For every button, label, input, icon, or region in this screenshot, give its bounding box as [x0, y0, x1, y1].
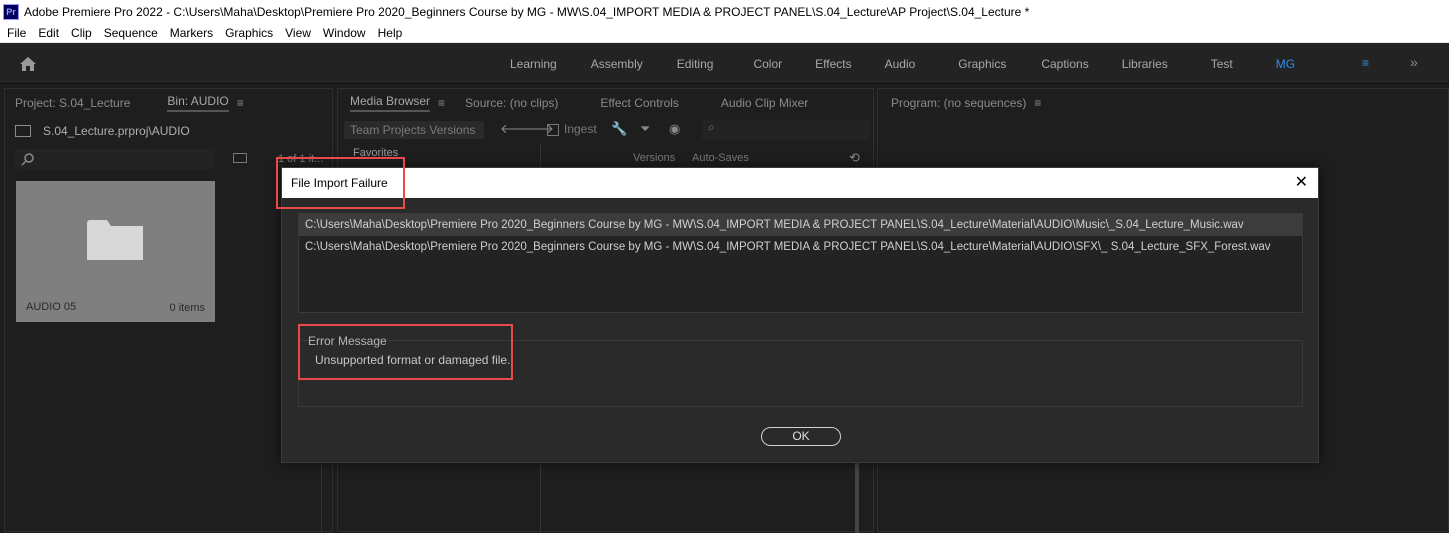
list-item[interactable]: C:\Users\Maha\Desktop\Premiere Pro 2020_… [299, 236, 1302, 258]
window-titlebar: Pr Adobe Premiere Pro 2022 - C:\Users\Ma… [0, 0, 1449, 23]
item-count: 1 of 1 it... [278, 153, 324, 165]
ok-button[interactable]: OK [761, 427, 841, 446]
workspace-tab-captions[interactable]: Captions [1019, 57, 1101, 71]
ingest-checkbox[interactable] [547, 124, 559, 136]
tab-bin-audio[interactable]: Bin: AUDIO [167, 94, 229, 112]
error-message-text: Unsupported format or damaged file. [315, 353, 511, 367]
project-search-input[interactable] [15, 149, 215, 169]
menu-sequence[interactable]: Sequence [98, 26, 164, 40]
project-panel-header: Project: S.04_Lecture Bin: AUDIO ≡ [5, 89, 332, 117]
error-message-group [298, 340, 1303, 407]
media-panel-header: Media Browser ≡ Source: (no clips) Effec… [338, 89, 885, 117]
bin-name: AUDIO 05 [26, 301, 77, 313]
workspace-tab-editing[interactable]: Editing [656, 57, 727, 71]
bin-item-count: 0 items [169, 302, 205, 314]
workspace-tab-graphics[interactable]: Graphics [928, 57, 1019, 71]
workspace-tab-audio[interactable]: Audio [865, 57, 929, 71]
workspace-tab-effects[interactable]: Effects [795, 57, 864, 71]
versions-tab[interactable]: Versions [633, 152, 675, 164]
ingest-label: Ingest [564, 122, 597, 136]
workspace-tab-learning[interactable]: Learning [497, 57, 570, 71]
workspace-tab-assembly[interactable]: Assembly [570, 57, 656, 71]
tab-media-browser[interactable]: Media Browser [350, 94, 431, 112]
file-import-failure-dialog: File Import Failure ✕ C:\Users\Maha\Desk… [281, 167, 1319, 463]
workspace-tab-libraries[interactable]: Libraries [1102, 57, 1181, 71]
tab-project[interactable]: Project: S.04_Lecture [15, 96, 130, 110]
close-icon[interactable]: ✕ [1295, 172, 1308, 191]
workspace-tab-mg[interactable]: MG [1246, 57, 1308, 71]
bin-path: S.04_Lecture.prproj\AUDIO [43, 124, 190, 138]
menu-edit[interactable]: Edit [32, 26, 65, 40]
menu-view[interactable]: View [279, 26, 317, 40]
tab-source[interactable]: Source: (no clips) [465, 96, 558, 110]
menu-file[interactable]: File [0, 26, 32, 40]
menu-graphics[interactable]: Graphics [219, 26, 279, 40]
autosaves-tab[interactable]: Auto-Saves [692, 152, 749, 164]
workspace-tabs: Learning Assembly Editing Color Effects … [497, 43, 1308, 84]
bin-path-row: S.04_Lecture.prproj\AUDIO [15, 124, 190, 138]
dialog-titlebar: File Import Failure ✕ [282, 168, 1318, 198]
filter-icon[interactable]: ⏷ [640, 121, 650, 137]
media-search-input[interactable]: ⌕ [702, 120, 870, 140]
wrench-icon[interactable]: 🔧 [611, 121, 627, 137]
menu-window[interactable]: Window [317, 26, 372, 40]
failed-files-list[interactable]: C:\Users\Maha\Desktop\Premiere Pro 2020_… [298, 213, 1303, 313]
dialog-title: File Import Failure [291, 176, 388, 190]
list-item[interactable]: C:\Users\Maha\Desktop\Premiere Pro 2020_… [299, 214, 1302, 236]
menu-help[interactable]: Help [372, 26, 409, 40]
tab-program[interactable]: Program: (no sequences) [891, 96, 1026, 110]
workspace-menu-icon[interactable]: ≡ [1362, 56, 1369, 70]
media-browser-toolbar: Team Projects Versions 🡐 🡒 Ingest 🔧 ⏷ ◉ … [338, 119, 873, 141]
history-icon[interactable]: ⟲ [849, 150, 860, 166]
search-icon [21, 153, 34, 166]
new-search-bin-icon[interactable] [233, 153, 247, 163]
workspace-bar: Learning Assembly Editing Color Effects … [0, 43, 1449, 84]
panel-menu-icon[interactable]: ≡ [1034, 96, 1041, 110]
eye-icon[interactable]: ◉ [669, 121, 680, 137]
panel-menu-icon[interactable]: ≡ [237, 96, 244, 110]
panel-menu-icon[interactable]: ≡ [438, 96, 445, 110]
bin-thumbnail[interactable]: AUDIO 05 0 items [16, 181, 215, 322]
team-projects-dropdown[interactable]: Team Projects Versions [344, 121, 484, 139]
premiere-logo-icon: Pr [3, 3, 19, 20]
error-message-label: Error Message [308, 334, 389, 348]
favorites-label[interactable]: Favorites [353, 147, 398, 159]
workspace-tab-color[interactable]: Color [726, 57, 795, 71]
workspace-overflow-icon[interactable]: » [1410, 54, 1418, 70]
bin-folder-icon[interactable] [15, 125, 31, 137]
tab-effect-controls[interactable]: Effect Controls [600, 96, 678, 110]
menu-bar: File Edit Clip Sequence Markers Graphics… [0, 23, 1449, 43]
program-panel-header: Program: (no sequences) ≡ [878, 89, 1448, 117]
home-icon[interactable] [18, 55, 38, 73]
workspace-tab-test[interactable]: Test [1181, 57, 1246, 71]
folder-icon [87, 220, 143, 260]
tab-audio-clip-mixer[interactable]: Audio Clip Mixer [721, 96, 808, 110]
menu-clip[interactable]: Clip [65, 26, 98, 40]
menu-markers[interactable]: Markers [164, 26, 219, 40]
window-title: Adobe Premiere Pro 2022 - C:\Users\Maha\… [24, 4, 1030, 19]
